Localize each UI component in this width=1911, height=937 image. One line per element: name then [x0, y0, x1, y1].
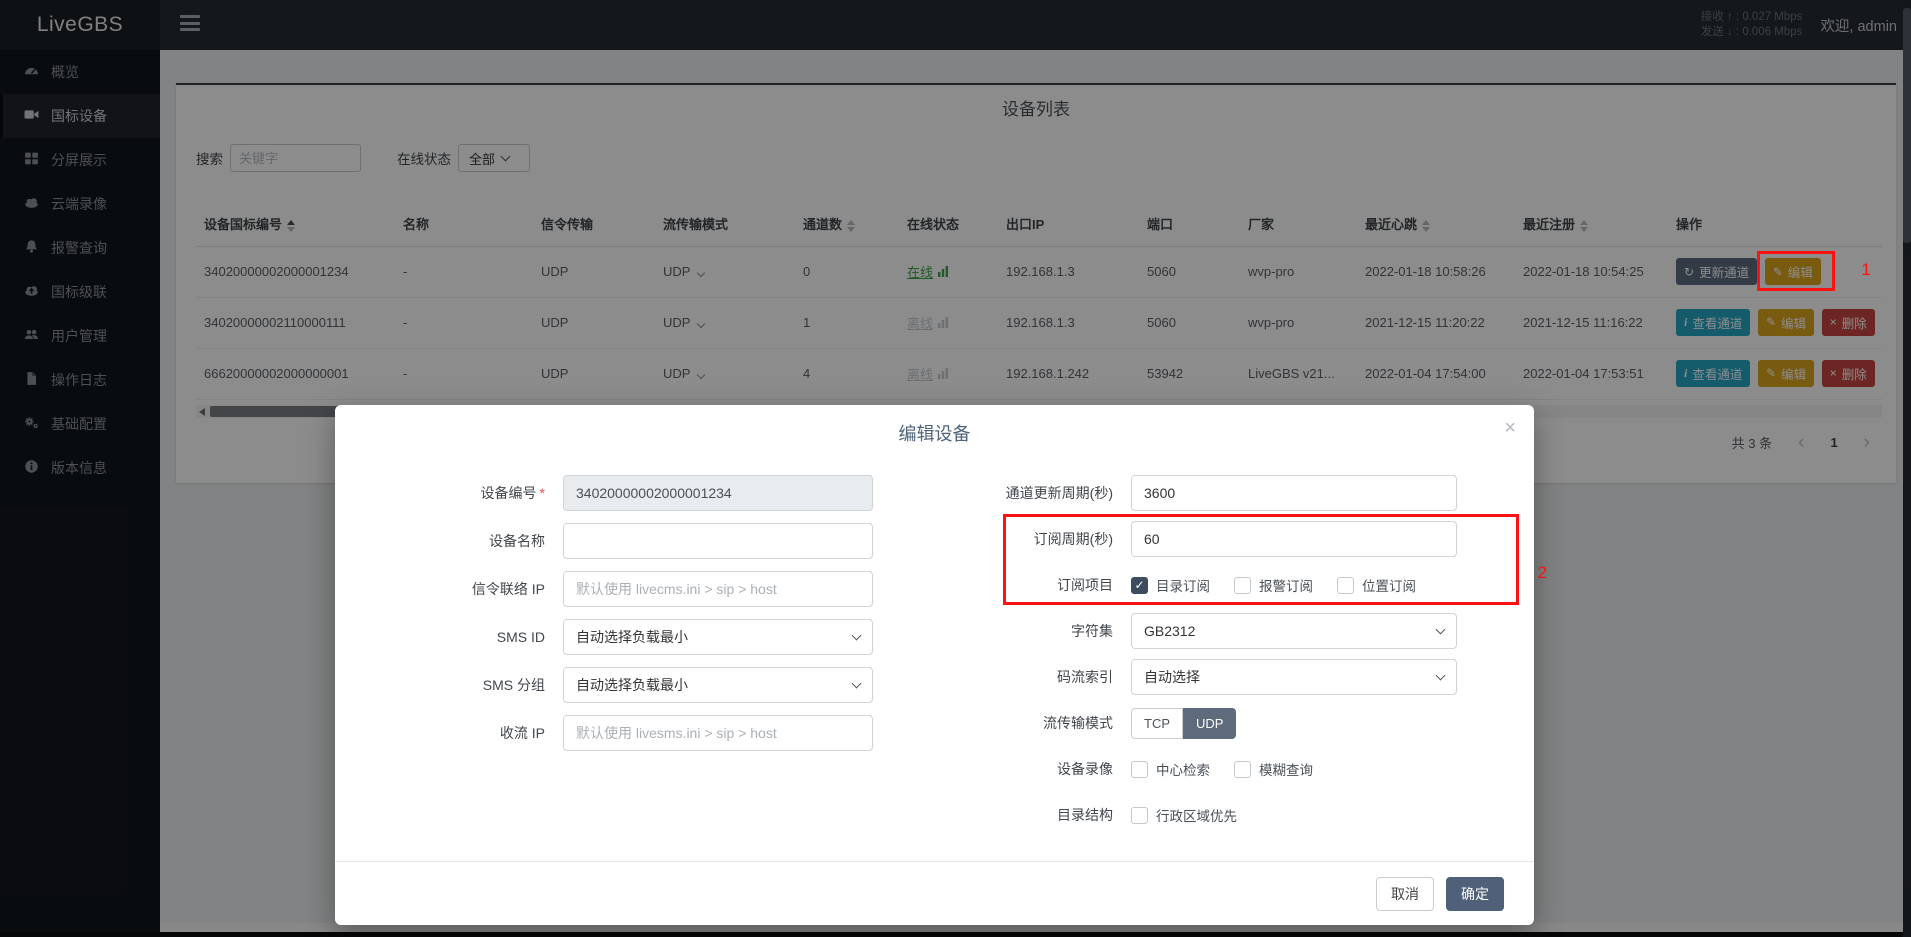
chevron-down-icon: [1436, 671, 1446, 681]
chevron-down-icon: [852, 679, 862, 689]
modal-title: 编辑设备: [899, 420, 971, 446]
device-record-label: 设备录像: [883, 759, 1113, 779]
channel-refresh-label: 通道更新周期(秒): [883, 483, 1113, 503]
sms-group-select[interactable]: 自动选择负载最小: [563, 667, 873, 703]
sms-group-label: SMS 分组: [375, 675, 545, 695]
annotation-step-1: 1: [1861, 260, 1870, 280]
recv-ip-label: 收流 IP: [375, 723, 545, 743]
tcp-toggle[interactable]: TCP: [1131, 708, 1183, 739]
subscribe-period-field[interactable]: [1131, 521, 1457, 557]
chevron-down-icon: [852, 631, 862, 641]
sip-ip-label: 信令联络 IP: [375, 579, 545, 599]
cancel-button[interactable]: 取消: [1376, 877, 1434, 911]
checkbox-icon: [1234, 761, 1251, 778]
checkbox-alarm-subscribe[interactable]: 报警订阅: [1234, 575, 1313, 595]
checkbox-position-subscribe[interactable]: 位置订阅: [1337, 575, 1416, 595]
checkbox-icon: [1337, 577, 1354, 594]
device-id-label: 设备编号*: [375, 483, 545, 503]
stream-index-select[interactable]: 自动选择: [1131, 659, 1457, 695]
charset-label: 字符集: [883, 621, 1113, 641]
device-name-field[interactable]: [563, 523, 873, 559]
edit-device-modal: 编辑设备 × 设备编号* 设备名称 信令联络 IP SMS ID 自动选择负载最…: [335, 405, 1534, 925]
chevron-down-icon: [1436, 625, 1446, 635]
recv-ip-field[interactable]: [563, 715, 873, 751]
device-name-label: 设备名称: [375, 531, 545, 551]
checkbox-icon: ✓: [1131, 577, 1148, 594]
confirm-button[interactable]: 确定: [1446, 877, 1504, 911]
annotation-step-2: 2: [1538, 563, 1547, 583]
subscribe-period-label: 订阅周期(秒): [883, 529, 1113, 549]
channel-refresh-field[interactable]: [1131, 475, 1457, 511]
checkbox-center-search[interactable]: 中心检索: [1131, 759, 1210, 779]
sip-ip-field[interactable]: [563, 571, 873, 607]
checkbox-fuzzy-query[interactable]: 模糊查询: [1234, 759, 1313, 779]
required-mark: *: [540, 485, 545, 501]
checkbox-admin-region-first[interactable]: 行政区域优先: [1131, 805, 1237, 825]
stream-index-label: 码流索引: [883, 667, 1113, 687]
charset-select[interactable]: GB2312: [1131, 613, 1457, 649]
checkbox-icon: [1234, 577, 1251, 594]
checkbox-icon: [1131, 807, 1148, 824]
sms-id-select[interactable]: 自动选择负载最小: [563, 619, 873, 655]
dir-structure-label: 目录结构: [883, 805, 1113, 825]
udp-toggle[interactable]: UDP: [1183, 708, 1236, 739]
stream-mode-label: 流传输模式: [883, 713, 1113, 733]
checkbox-catalog-subscribe[interactable]: ✓目录订阅: [1131, 575, 1210, 595]
checkbox-icon: [1131, 761, 1148, 778]
sms-id-label: SMS ID: [375, 629, 545, 645]
device-id-field[interactable]: [563, 475, 873, 511]
close-icon[interactable]: ×: [1504, 418, 1516, 438]
subscribe-items-label: 订阅项目: [883, 575, 1113, 595]
annotated-subscribe-section: 订阅周期(秒) 订阅项目 ✓目录订阅 报警订阅 位置订阅 2: [883, 521, 1503, 603]
